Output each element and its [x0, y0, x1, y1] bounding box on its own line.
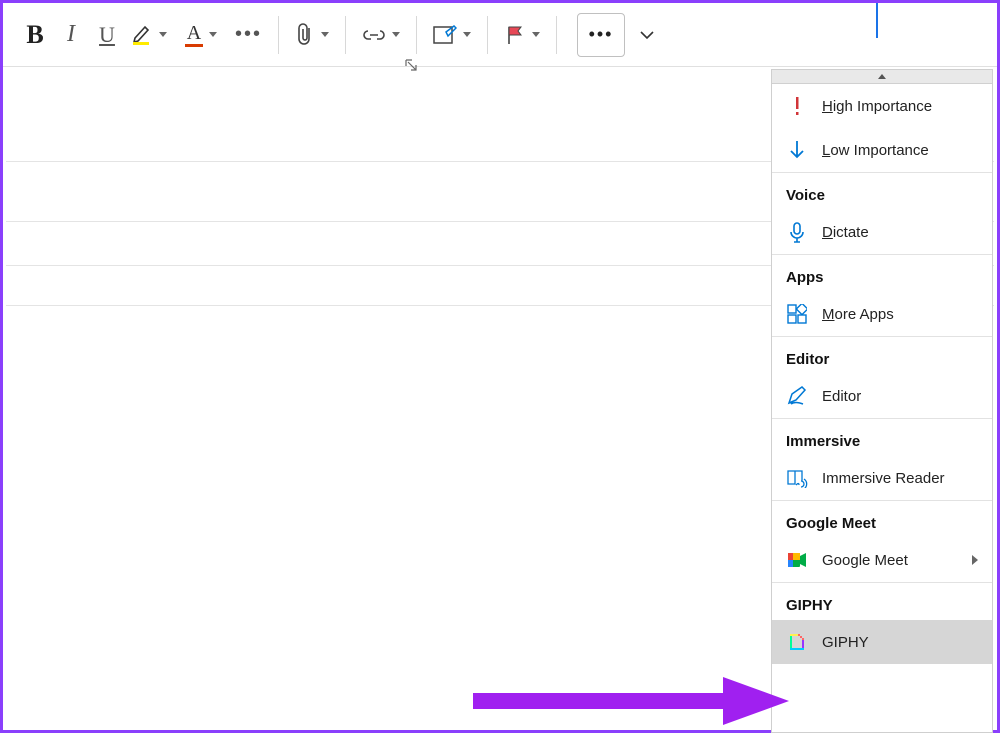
menu-label: Google Meet — [822, 552, 908, 569]
ellipsis-icon: ••• — [589, 24, 614, 45]
menu-header-editor: Editor — [772, 336, 992, 374]
attach-button[interactable] — [289, 13, 335, 57]
menu-label: Dictate — [822, 224, 869, 241]
overflow-menu: High Importance Low Importance Voice Dic… — [771, 69, 993, 733]
separator — [487, 16, 488, 54]
overflow-button[interactable]: ••• — [577, 13, 625, 57]
menu-item-google-meet[interactable]: Google Meet — [772, 538, 992, 582]
more-formatting-button[interactable]: ••• — [229, 13, 268, 57]
separator — [345, 16, 346, 54]
menu-header-voice: Voice — [772, 172, 992, 210]
window-frame: B I U A ••• — [0, 0, 1000, 733]
link-button[interactable] — [356, 13, 406, 57]
text-cursor — [876, 3, 878, 38]
menu-label: Immersive Reader — [822, 470, 945, 487]
italic-button[interactable]: I — [53, 13, 89, 57]
apps-icon — [786, 304, 808, 324]
menu-item-low-importance[interactable]: Low Importance — [772, 128, 992, 172]
menu-label: Low Importance — [822, 142, 929, 159]
menu-header-apps: Apps — [772, 254, 992, 292]
signature-icon — [433, 24, 457, 46]
exclamation-icon — [786, 95, 808, 117]
menu-label: Editor — [822, 388, 861, 405]
flag-icon — [504, 24, 526, 46]
immersive-reader-icon — [786, 468, 808, 488]
annotation-arrow — [463, 673, 793, 733]
paperclip-icon — [295, 22, 315, 48]
google-meet-icon — [786, 551, 808, 569]
dialog-launcher-icon[interactable] — [405, 58, 419, 70]
font-color-icon: A — [185, 23, 203, 47]
microphone-icon — [786, 221, 808, 243]
menu-header-immersive: Immersive — [772, 418, 992, 456]
font-color-button[interactable]: A — [179, 13, 223, 57]
chevron-down-icon — [532, 32, 540, 37]
menu-scroll-up[interactable] — [772, 70, 992, 84]
giphy-icon — [786, 632, 808, 652]
chevron-down-icon — [639, 27, 655, 43]
menu-label: High Importance — [822, 98, 932, 115]
chevron-down-icon — [159, 32, 167, 37]
chevron-down-icon — [321, 32, 329, 37]
menu-label: More Apps — [822, 306, 894, 323]
menu-item-giphy[interactable]: GIPHY — [772, 620, 992, 664]
highlighter-icon — [131, 23, 153, 47]
signature-button[interactable] — [427, 13, 477, 57]
chevron-down-icon — [209, 32, 217, 37]
ellipsis-icon: ••• — [235, 23, 262, 46]
separator — [416, 16, 417, 54]
menu-item-more-apps[interactable]: More Apps — [772, 292, 992, 336]
arrow-down-icon — [786, 139, 808, 161]
editor-pen-icon — [786, 386, 808, 406]
chevron-up-icon — [878, 74, 886, 79]
separator — [556, 16, 557, 54]
menu-item-dictate[interactable]: Dictate — [772, 210, 992, 254]
customize-toolbar-button[interactable] — [625, 13, 669, 57]
menu-header-giphy: GIPHY — [772, 582, 992, 620]
underline-icon: U — [99, 22, 115, 48]
menu-item-editor[interactable]: Editor — [772, 374, 992, 418]
flag-button[interactable] — [498, 13, 546, 57]
menu-item-high-importance[interactable]: High Importance — [772, 84, 992, 128]
chevron-right-icon — [972, 555, 978, 565]
menu-header-google-meet: Google Meet — [772, 500, 992, 538]
menu-label: GIPHY — [822, 634, 869, 651]
highlight-button[interactable] — [125, 13, 173, 57]
link-icon — [362, 26, 386, 44]
italic-icon: I — [67, 21, 75, 48]
menu-item-immersive-reader[interactable]: Immersive Reader — [772, 456, 992, 500]
toolbar: B I U A ••• — [3, 3, 997, 67]
bold-button[interactable]: B — [17, 13, 53, 57]
chevron-down-icon — [392, 32, 400, 37]
bold-icon: B — [26, 20, 43, 50]
chevron-down-icon — [463, 32, 471, 37]
separator — [278, 16, 279, 54]
underline-button[interactable]: U — [89, 13, 125, 57]
